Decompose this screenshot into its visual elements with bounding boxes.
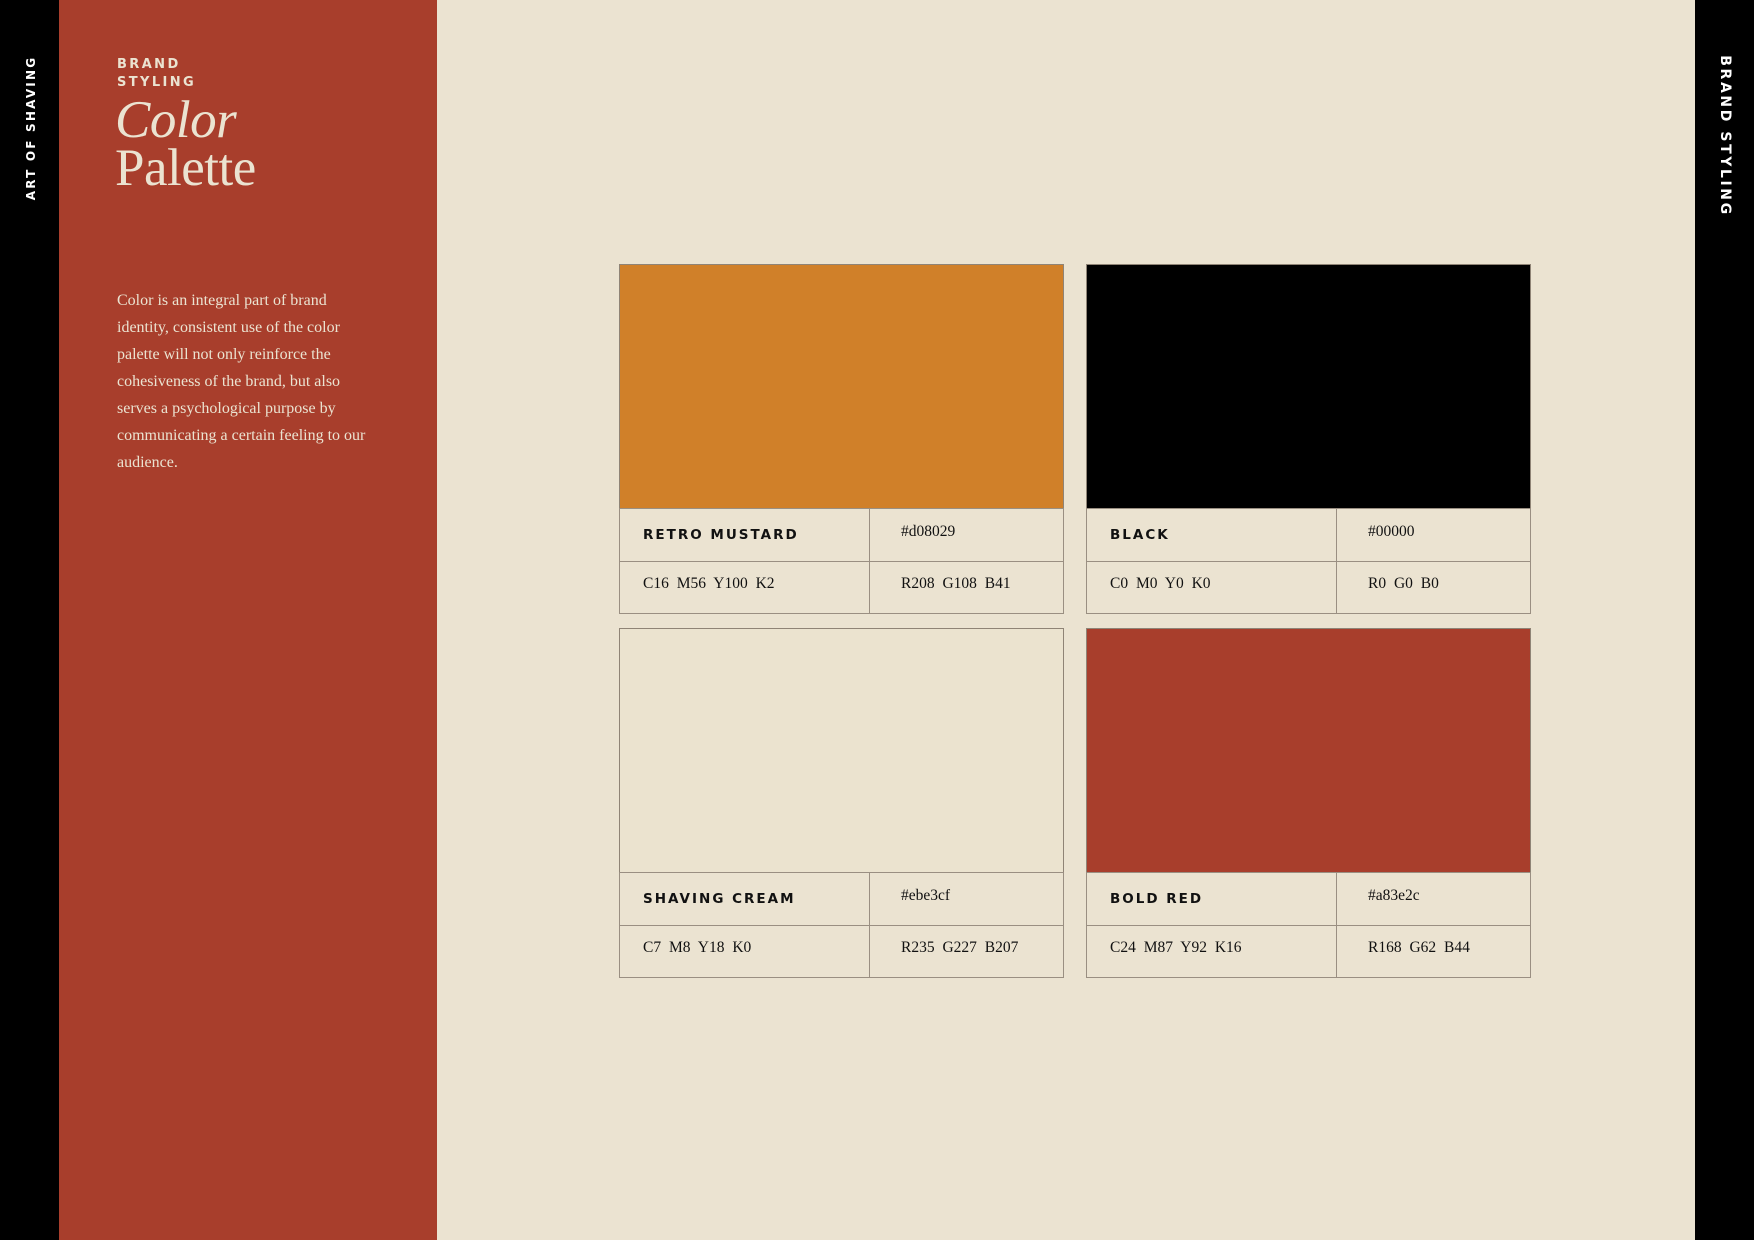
swatch-info-table: SHAVING CREAM #ebe3cf C7 M8 Y18 K0 R235 … — [619, 872, 1064, 978]
color-swatch — [619, 264, 1064, 509]
swatch-info-table: RETRO MUSTARD #d08029 C16 M56 Y100 K2 R2… — [619, 508, 1064, 614]
swatch-card-black: BLACK #00000 C0 M0 Y0 K0 R0 G0 B0 — [1086, 264, 1531, 614]
swatch-cmyk: C7 M8 Y18 K0 — [643, 939, 752, 956]
swatch-info-table: BOLD RED #a83e2c C24 M87 Y92 K16 R168 G6… — [1086, 872, 1531, 978]
page-title-line-1: Color — [115, 91, 237, 149]
swatch-card-bold-red: BOLD RED #a83e2c C24 M87 Y92 K16 R168 G6… — [1086, 628, 1531, 978]
swatch-hex: #00000 — [1368, 523, 1415, 540]
swatch-rgb: R168 G62 B44 — [1368, 939, 1470, 956]
kicker-line-1: BRAND — [117, 57, 181, 72]
right-side-label: BRAND STYLING — [1717, 55, 1733, 217]
swatch-cmyk: C0 M0 Y0 K0 — [1110, 575, 1211, 592]
color-swatch — [1086, 264, 1531, 509]
swatch-cmyk: C16 M56 Y100 K2 — [643, 575, 775, 592]
left-side-label: ART OF SHAVING — [24, 55, 38, 201]
intro-paragraph: Color is an integral part of brand ident… — [117, 292, 366, 471]
swatch-card-retro-mustard: RETRO MUSTARD #d08029 C16 M56 Y100 K2 R2… — [619, 264, 1064, 614]
color-swatch — [619, 628, 1064, 873]
swatch-rgb: R208 G108 B41 — [901, 575, 1011, 592]
swatch-card-shaving-cream: SHAVING CREAM #ebe3cf C7 M8 Y18 K0 R235 … — [619, 628, 1064, 978]
kicker-line-2: STYLING — [117, 75, 197, 90]
swatch-name: RETRO MUSTARD — [643, 527, 799, 543]
section-kicker: BRAND STYLING — [117, 56, 277, 92]
swatch-hex: #d08029 — [901, 523, 956, 540]
swatch-name: SHAVING CREAM — [643, 891, 796, 907]
swatch-rgb: R235 G227 B207 — [901, 939, 1019, 956]
swatch-info-table: BLACK #00000 C0 M0 Y0 K0 R0 G0 B0 — [1086, 508, 1531, 614]
color-swatch — [1086, 628, 1531, 873]
swatch-cmyk: C24 M87 Y92 K16 — [1110, 939, 1242, 956]
swatch-hex: #ebe3cf — [901, 887, 951, 904]
swatch-hex: #a83e2c — [1368, 887, 1420, 904]
page-title: Color Palette — [115, 91, 256, 197]
swatch-rgb: R0 G0 B0 — [1368, 575, 1439, 592]
page-title-line-2: Palette — [115, 139, 256, 197]
swatch-name: BLACK — [1110, 527, 1170, 543]
swatch-name: BOLD RED — [1110, 891, 1204, 907]
